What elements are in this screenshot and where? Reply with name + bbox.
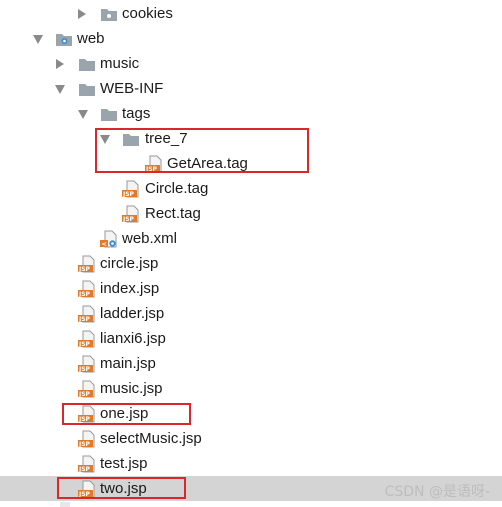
svg-text:JSP: JSP xyxy=(78,441,91,448)
tree-item-label: web xyxy=(77,30,105,47)
svg-text:JSP: JSP xyxy=(122,216,135,223)
collapse-arrow-icon[interactable] xyxy=(33,35,43,44)
jsp-file-icon: JSP xyxy=(78,480,96,498)
tree-item-getarea-tag[interactable]: JSP GetArea.tag xyxy=(0,151,502,176)
svg-text:<: < xyxy=(102,240,107,248)
collapse-arrow-icon[interactable] xyxy=(100,135,110,144)
tree-item-label: music.jsp xyxy=(100,380,163,397)
tree-item-label: music xyxy=(100,55,140,72)
svg-text:JSP: JSP xyxy=(78,341,91,348)
tree-item-circle-tag[interactable]: JSP Circle.tag xyxy=(0,176,502,201)
tree-item-label: GetArea.tag xyxy=(167,155,248,172)
svg-text:JSP: JSP xyxy=(122,191,135,198)
jsp-file-icon: JSP xyxy=(78,330,96,348)
collapse-arrow-icon[interactable] xyxy=(78,110,88,119)
tree-item-main-jsp[interactable]: JSP main.jsp xyxy=(0,351,502,376)
collapse-arrow-icon[interactable] xyxy=(55,85,65,94)
svg-text:JSP: JSP xyxy=(145,166,158,173)
tree-item-label: index.jsp xyxy=(100,280,160,297)
jsp-file-icon: JSP xyxy=(78,380,96,398)
tree-item-label: test.jsp xyxy=(100,455,148,472)
tree-item-web[interactable]: web xyxy=(0,26,502,51)
svg-text:JSP: JSP xyxy=(78,316,91,323)
tree-item-label: web.xml xyxy=(122,230,178,247)
tree-item-label: WEB-INF xyxy=(100,80,164,97)
tree-item-label: Circle.tag xyxy=(145,180,209,197)
tree-item-circle-jsp[interactable]: JSP circle.jsp xyxy=(0,251,502,276)
tree-item-tags[interactable]: tags xyxy=(0,101,502,126)
tree-item-label: tags xyxy=(122,105,151,122)
jsp-file-icon: JSP xyxy=(122,205,140,223)
jsp-file-icon: JSP xyxy=(78,305,96,323)
svg-text:JSP: JSP xyxy=(78,466,91,473)
tree-item-test-jsp[interactable]: JSP test.jsp xyxy=(0,451,502,476)
folder-icon xyxy=(100,105,118,123)
tree-item-selectmusic-jsp[interactable]: JSP selectMusic.jsp xyxy=(0,426,502,451)
tree-item-lianxi6-jsp[interactable]: JSP lianxi6.jsp xyxy=(0,326,502,351)
folder-icon xyxy=(122,130,140,148)
jsp-file-icon: JSP xyxy=(78,355,96,373)
jsp-file-icon: JSP xyxy=(145,155,163,173)
partial-next-row xyxy=(60,502,70,507)
tree-item-music[interactable]: music xyxy=(0,51,502,76)
tree-item-web-xml[interactable]: < web.xml xyxy=(0,226,502,251)
watermark: CSDN @是语呀- xyxy=(384,484,490,500)
svg-text:JSP: JSP xyxy=(78,491,91,498)
tree-item-label: cookies xyxy=(122,5,173,22)
tree-item-label: Rect.tag xyxy=(145,205,201,222)
tree-item-web-inf[interactable]: WEB-INF xyxy=(0,76,502,101)
tree-item-label: lianxi6.jsp xyxy=(100,330,166,347)
tree-item-tree-7[interactable]: tree_7 xyxy=(0,126,502,151)
project-file-tree: cookies web music WEB-INF tags tree_7 JS… xyxy=(0,0,502,507)
expand-arrow-icon[interactable] xyxy=(56,59,64,69)
tree-item-label: circle.jsp xyxy=(100,255,159,272)
folder-icon xyxy=(78,80,96,98)
svg-text:JSP: JSP xyxy=(78,266,91,273)
svg-text:JSP: JSP xyxy=(78,291,91,298)
folder-icon xyxy=(78,55,96,73)
tree-item-label: selectMusic.jsp xyxy=(100,430,202,447)
tree-item-label: main.jsp xyxy=(100,355,156,372)
tree-item-cookies[interactable]: cookies xyxy=(0,1,502,26)
jsp-file-icon: JSP xyxy=(122,180,140,198)
tree-item-label: ladder.jsp xyxy=(100,305,165,322)
tree-item-music-jsp[interactable]: JSP music.jsp xyxy=(0,376,502,401)
tree-item-label: tree_7 xyxy=(145,130,188,147)
tree-item-index-jsp[interactable]: JSP index.jsp xyxy=(0,276,502,301)
expand-arrow-icon[interactable] xyxy=(78,9,86,19)
jsp-file-icon: JSP xyxy=(78,430,96,448)
svg-text:JSP: JSP xyxy=(78,416,91,423)
web-folder-icon xyxy=(55,30,73,48)
tree-item-ladder-jsp[interactable]: JSP ladder.jsp xyxy=(0,301,502,326)
svg-text:JSP: JSP xyxy=(78,366,91,373)
tree-item-label: two.jsp xyxy=(100,480,147,497)
tree-item-rect-tag[interactable]: JSP Rect.tag xyxy=(0,201,502,226)
folder-icon xyxy=(100,5,118,23)
jsp-file-icon: JSP xyxy=(78,280,96,298)
jsp-file-icon: JSP xyxy=(78,405,96,423)
xml-file-icon: < xyxy=(100,230,118,248)
svg-text:JSP: JSP xyxy=(78,391,91,398)
jsp-file-icon: JSP xyxy=(78,255,96,273)
tree-item-label: one.jsp xyxy=(100,405,149,422)
tree-item-one-jsp[interactable]: JSP one.jsp xyxy=(0,401,502,426)
jsp-file-icon: JSP xyxy=(78,455,96,473)
